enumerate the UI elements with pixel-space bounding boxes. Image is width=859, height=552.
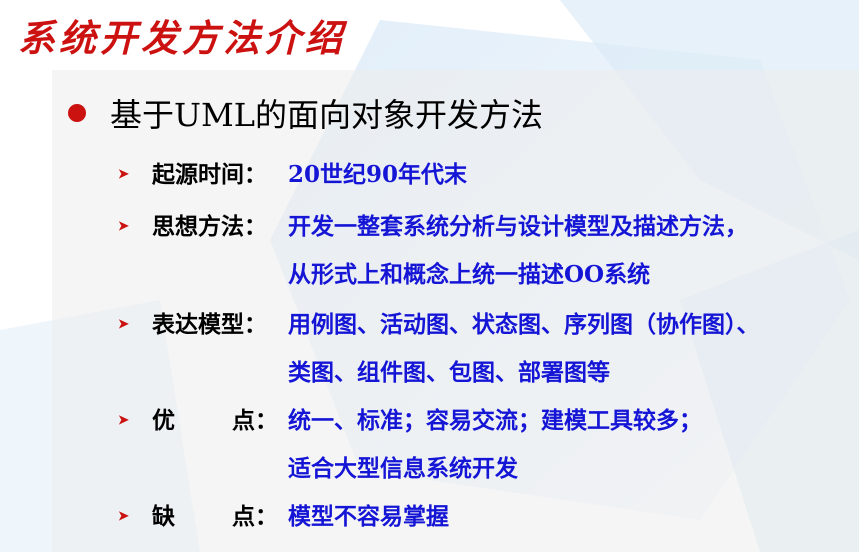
list-item-origin: ➤ 起源时间： 20世纪90年代末 <box>118 158 467 206</box>
list-item-disadvantages: ➤ 缺 点： 模型不容易掌握 <box>118 500 449 548</box>
value-line: 20世纪90年代末 <box>288 161 468 188</box>
arrow-right-icon: ➤ <box>118 167 129 182</box>
item-label: 表达模型： <box>152 311 267 338</box>
item-label: 缺 点： <box>152 500 288 534</box>
item-label-char: 优 <box>152 407 175 434</box>
main-heading: 基于UML的面向对象开发方法 <box>110 96 543 134</box>
red-dot-icon <box>68 104 86 122</box>
value-line: 类图、组件图、包图、部署图等 <box>288 359 610 386</box>
value-line: 开发一整套系统分析与设计模型及描述方法， <box>288 213 748 240</box>
page-title: 系统开发方法介绍 <box>18 16 346 60</box>
item-label-char: 缺 <box>152 503 175 530</box>
item-value: 统一、标准；容易交流；建模工具较多； 适合大型信息系统开发 <box>288 404 702 500</box>
item-label: 思想方法： <box>152 213 267 240</box>
item-value: 20世纪90年代末 <box>288 158 467 206</box>
item-value: 模型不容易掌握 <box>288 500 449 548</box>
item-label-char: 点： <box>232 407 278 434</box>
list-item-models: ➤ 表达模型： 用例图、活动图、状态图、序列图（协作图）、 类图、组件图、包图、… <box>118 308 760 404</box>
item-label-char: 点： <box>232 503 278 530</box>
item-value: 开发一整套系统分析与设计模型及描述方法， 从形式上和概念上统一描述OO系统 <box>288 210 748 306</box>
main-bullet: 基于UML的面向对象开发方法 <box>68 90 543 136</box>
arrow-right-icon: ➤ <box>118 317 129 332</box>
value-line: 从形式上和概念上统一描述OO系统 <box>288 261 651 288</box>
value-line: 模型不容易掌握 <box>288 503 449 530</box>
arrow-right-icon: ➤ <box>118 219 129 234</box>
value-line: 统一、标准；容易交流；建模工具较多； <box>288 407 702 434</box>
item-label: 优 点： <box>152 404 288 438</box>
item-value: 用例图、活动图、状态图、序列图（协作图）、 类图、组件图、包图、部署图等 <box>288 308 760 404</box>
arrow-right-icon: ➤ <box>118 413 129 428</box>
value-line: 用例图、活动图、状态图、序列图（协作图）、 <box>288 311 760 338</box>
list-item-advantages: ➤ 优 点： 统一、标准；容易交流；建模工具较多； 适合大型信息系统开发 <box>118 404 702 500</box>
arrow-right-icon: ➤ <box>118 509 129 524</box>
value-line: 适合大型信息系统开发 <box>288 455 518 482</box>
item-label: 起源时间： <box>152 161 267 188</box>
list-item-method: ➤ 思想方法： 开发一整套系统分析与设计模型及描述方法， 从形式上和概念上统一描… <box>118 210 748 306</box>
